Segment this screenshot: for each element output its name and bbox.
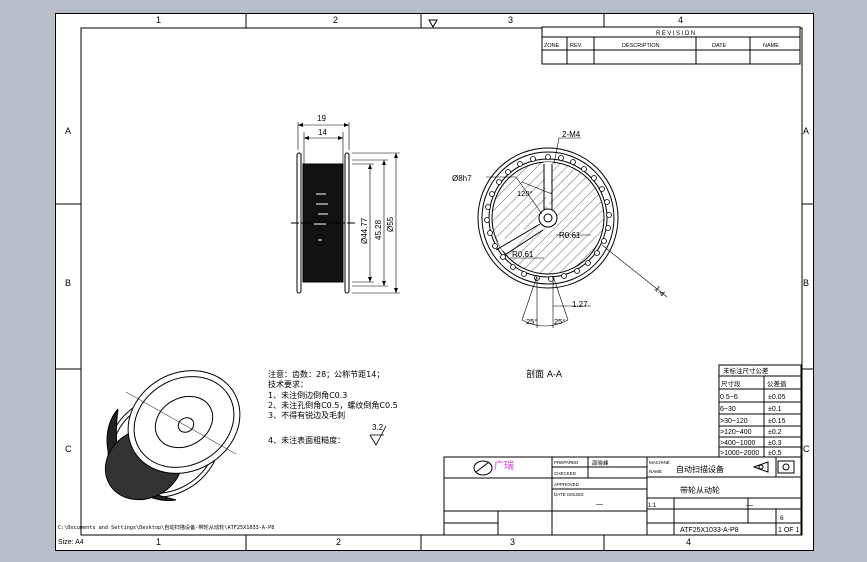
dim-120-deg: 120°: [517, 189, 533, 198]
designer-name: 邵晓峰: [592, 459, 609, 467]
note-line-1: 注意：齿数：28；公称节距14；: [268, 369, 384, 379]
dash-field-2: —: [746, 502, 753, 509]
tol-range-2: 6~30: [720, 406, 736, 413]
size-label: Size: A4: [58, 539, 84, 546]
tol-value-3: ±0.15: [768, 418, 786, 425]
roughness-value: 3.2: [372, 423, 384, 432]
label-prepared: PREPARED: [554, 460, 579, 465]
tol-value-1: ±0.05: [768, 394, 786, 401]
dim-45-28: 45.28: [374, 219, 383, 240]
revision-title: REVISION: [656, 31, 697, 37]
pulley-isometric-view: [104, 370, 241, 501]
revision-table: REVISION ZONE REV. DESCRIPTION DATE NAME: [541, 26, 801, 65]
zone-bottom-1: 1: [156, 537, 161, 547]
part-name: 带轮从动轮: [680, 485, 720, 495]
zone-right-c: C: [803, 444, 810, 454]
tolerance-header-range: 尺寸段: [721, 379, 741, 388]
label-checked: CHECKED: [554, 471, 577, 476]
drawing-canvas: 1 2 3 4 1 2 3 4 A B C A B C REVISION ZON…: [56, 14, 813, 550]
rev-header-description: DESCRIPTION: [622, 43, 660, 49]
rev-header-date: DATE: [712, 43, 727, 49]
rev-header-rev: REV.: [570, 43, 583, 49]
dim-55: Ø55: [386, 216, 395, 232]
tol-range-5: >400~1000: [720, 440, 756, 447]
zone-right-a: A: [803, 126, 809, 136]
tolerance-title: 未标注尺寸公差: [723, 366, 769, 375]
zone-bottom-3: 3: [510, 537, 515, 547]
project-name: 自动扫描设备: [676, 464, 724, 474]
zone-top-1: 1: [156, 15, 161, 25]
dim-44-77: Ø44.77: [360, 217, 369, 244]
zone-right-b: B: [803, 278, 809, 288]
tolerance-table: 未标注尺寸公差 尺寸段 公差值 0.5~6 ±0.05 6~30 ±0.1 >3…: [718, 364, 802, 458]
note-item-4: 4、未注表面粗糙度：: [268, 435, 345, 445]
zone-left-a: A: [65, 126, 71, 136]
drawing-number: ATF25X1033-A-P8: [680, 527, 739, 534]
pulley-side-view: [291, 122, 400, 294]
rev-header-zone: ZONE: [544, 43, 560, 49]
note-item-1: 1、未注倒边倒角C0.3: [268, 390, 347, 400]
zone-bottom-4: 4: [686, 537, 691, 547]
logo-text: 广瑞: [494, 460, 514, 472]
note-line-2: 技术要求：: [268, 379, 308, 389]
dim-r061-b: R0.61: [512, 250, 534, 259]
dim-1-4: 1.4: [653, 284, 668, 299]
scale-value: 1:1: [648, 503, 657, 509]
tol-value-2: ±0.1: [768, 406, 782, 413]
note-item-3: 3、不得有锐边及毛刺: [268, 410, 345, 420]
tol-value-5: ±0.3: [768, 440, 782, 447]
zone-left-b: B: [65, 278, 71, 288]
center-mark-top: [428, 19, 438, 29]
label-machine: MACHINE: [649, 460, 670, 465]
zone-bottom-2: 2: [336, 537, 341, 547]
dim-1-27: 1.27: [572, 300, 588, 309]
tol-value-6: ±0.5: [768, 450, 782, 457]
tol-range-6: >1000~2000: [720, 450, 759, 457]
dim-8h7: Ø8h7: [452, 174, 472, 183]
zone-top-3: 3: [508, 15, 513, 25]
label-date-issued: DATE ISSUED: [554, 492, 584, 497]
sheet-number: 6: [780, 515, 784, 522]
dash-field-1: —: [596, 501, 603, 508]
section-label: 剖面 A-A: [526, 368, 563, 380]
tol-range-1: 0.5~6: [720, 394, 738, 401]
sheet-count: 1 OF 1: [778, 527, 800, 534]
tol-range-3: >30~120: [720, 418, 748, 425]
zone-top-2: 2: [333, 15, 338, 25]
rev-header-name: NAME: [763, 43, 779, 49]
dim-r061-a: R0.61: [559, 231, 581, 240]
dim-25-right: 25°: [554, 317, 565, 326]
zone-left-c: C: [65, 444, 72, 454]
drawing-sheet: 1 2 3 4 1 2 3 4 A B C A B C REVISION ZON…: [55, 13, 814, 551]
dim-2-m4: 2-M4: [562, 130, 581, 139]
dim-25-left: 25°: [526, 317, 537, 326]
tol-range-4: >120~400: [720, 429, 752, 436]
dim-19: 19: [317, 114, 326, 123]
label-name: NAME: [649, 469, 662, 474]
label-approved: APPROVED: [554, 482, 580, 487]
technical-notes: 注意：齿数：28；公称节距14； 技术要求： 1、未注倒边倒角C0.3 2、未注…: [268, 369, 398, 446]
zone-top-4: 4: [678, 15, 683, 25]
dim-14: 14: [318, 128, 327, 137]
tol-value-4: ±0.2: [768, 429, 782, 436]
note-item-2: 2、未注孔倒角C0.5，螺纹倒角C0.5: [268, 400, 398, 410]
tolerance-header-value: 公差值: [767, 379, 787, 388]
file-path: C:\Documents and Settings\Desktop\自动扫描设备…: [58, 523, 274, 531]
